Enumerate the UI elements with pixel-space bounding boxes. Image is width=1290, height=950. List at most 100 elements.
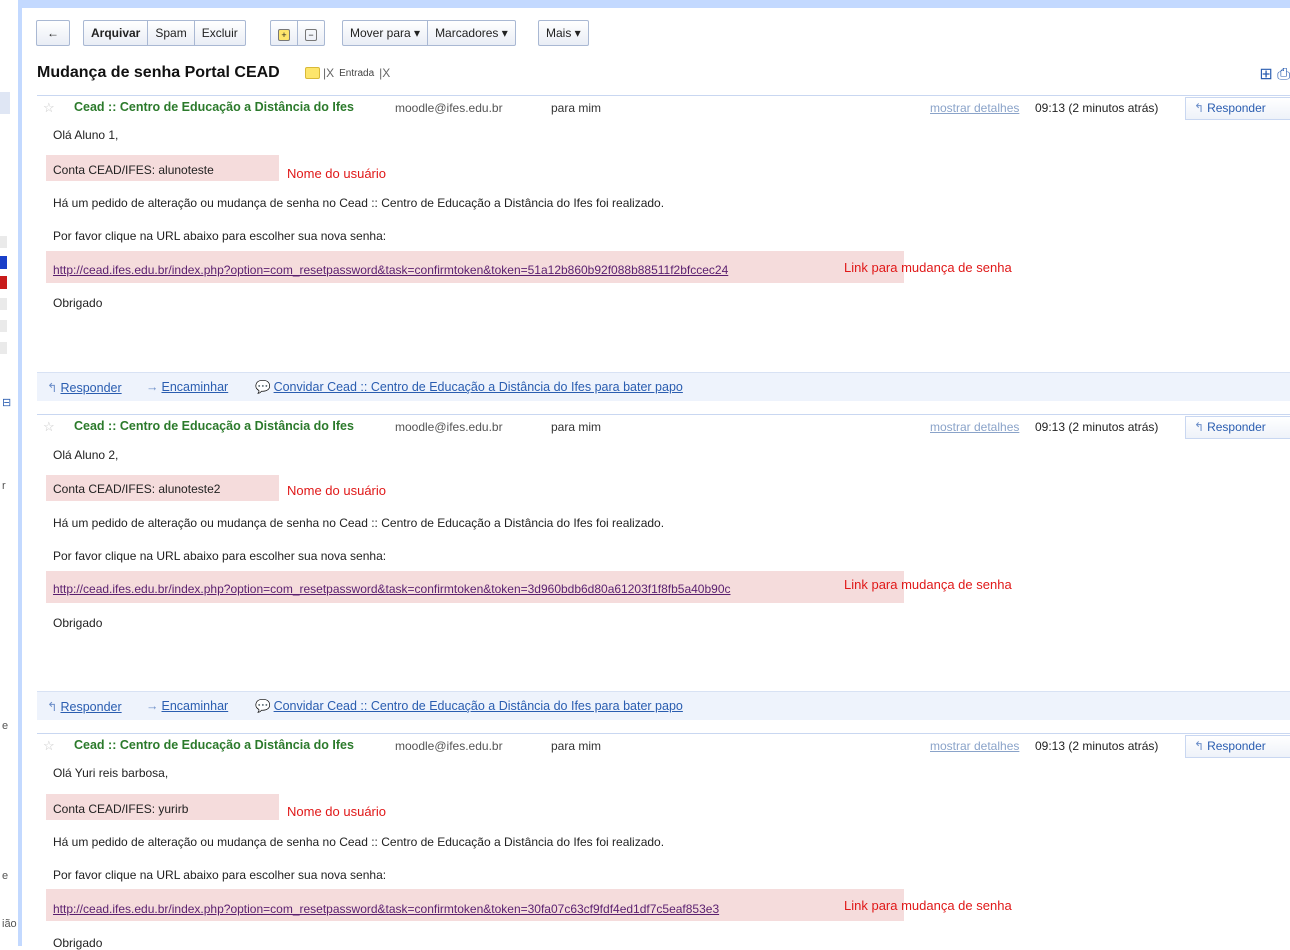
collapse-all-button[interactable]: − xyxy=(298,21,324,45)
reset-password-link[interactable]: http://cead.ifes.edu.br/index.php?option… xyxy=(53,582,731,596)
reply-label: Responder xyxy=(1207,739,1266,753)
back-button-group: ← xyxy=(36,20,70,46)
link-annotation: Link para mudança de senha xyxy=(844,260,1012,275)
nav-color-label-blue[interactable] xyxy=(0,256,7,269)
footer-forward-label: Encaminhar xyxy=(161,380,229,394)
move-to-dropdown[interactable]: Mover para ▾ xyxy=(343,21,429,45)
recipient: para mim xyxy=(551,101,602,115)
star-icon[interactable]: ☆ xyxy=(43,100,55,116)
message-header[interactable]: ☆ Cead :: Centro de Educação a Distância… xyxy=(37,96,1290,120)
greeting: Olá Aluno 2, xyxy=(53,448,119,462)
expand-all-button[interactable]: + xyxy=(271,21,298,45)
footer-reply-link[interactable]: ↰ Responder xyxy=(47,699,122,714)
thread-subject: Mudança de senha Portal CEAD xyxy=(37,64,280,81)
footer-reply-link[interactable]: ↰ Responder xyxy=(47,380,122,395)
inbox-chip[interactable]: Entrada xyxy=(337,68,376,79)
reply-button[interactable]: ↰ Responder xyxy=(1185,416,1290,439)
more-dropdown[interactable]: Mais ▾ xyxy=(539,21,588,45)
reply-icon: ↰ xyxy=(47,700,58,714)
nav-divider xyxy=(18,0,22,946)
back-arrow-icon[interactable]: ← xyxy=(37,21,69,45)
collapse-icon: − xyxy=(305,29,317,41)
nav-fragment: ião xyxy=(2,918,17,930)
sender-name: Cead :: Centro de Educação a Distância d… xyxy=(74,738,354,752)
message-card: ☆ Cead :: Centro de Educação a Distância… xyxy=(37,95,1290,402)
account-line: Conta CEAD/IFES: alunoteste xyxy=(53,163,214,177)
footer-forward-link[interactable]: → Encaminhar xyxy=(146,699,228,713)
spam-button[interactable]: Spam xyxy=(148,21,195,45)
message-footer: ↰ Responder → Encaminhar 💬 Convidar Cead ::… xyxy=(37,691,1290,720)
request-text: Há um pedido de alteração ou mudança de … xyxy=(53,196,665,210)
footer-forward-link[interactable]: → Encaminhar xyxy=(146,380,228,394)
reply-icon: ↰ xyxy=(1194,739,1205,753)
nav-scroll-icon[interactable]: ⊟ xyxy=(2,396,11,409)
show-details-link[interactable]: mostrar detalhes xyxy=(930,101,1019,115)
nav-fragment: e xyxy=(2,720,9,732)
expand-icon: + xyxy=(278,29,290,41)
username-annotation: Nome do usuário xyxy=(287,166,386,181)
message-header[interactable]: ☆ Cead :: Centro de Educação a Distância… xyxy=(37,734,1290,758)
sender-name: Cead :: Centro de Educação a Distância d… xyxy=(74,419,354,433)
message-card: ☆ Cead :: Centro de Educação a Distância… xyxy=(37,414,1290,721)
username-annotation: Nome do usuário xyxy=(287,483,386,498)
nav-item[interactable] xyxy=(0,236,7,248)
view-toggle-icons[interactable]: ⊞ ⎙ xyxy=(1259,64,1290,84)
closing: Obrigado xyxy=(53,936,103,950)
reply-label: Responder xyxy=(1207,101,1266,115)
toolbar: ← Arquivar Spam Excluir + − Mover para ▾… xyxy=(22,8,1290,58)
recipient: para mim xyxy=(551,420,602,434)
message-time: 09:13 (2 minutos atrás) xyxy=(1035,420,1159,434)
footer-chat-invite-link[interactable]: 💬 Convidar Cead :: Centro de Educação a D… xyxy=(255,380,683,395)
account-line: Conta CEAD/IFES: yurirb xyxy=(53,802,189,816)
message-time: 09:13 (2 minutos atrás) xyxy=(1035,101,1159,115)
nav-fragment: r xyxy=(2,480,6,492)
chat-bubble-icon: 💬 xyxy=(255,380,271,394)
top-band xyxy=(22,0,1290,8)
reply-button[interactable]: ↰ Responder xyxy=(1185,97,1290,120)
nav-tab[interactable] xyxy=(0,92,10,114)
greeting: Olá Yuri reis barbosa, xyxy=(53,766,169,780)
reset-password-link[interactable]: http://cead.ifes.edu.br/index.php?option… xyxy=(53,902,719,916)
expand-collapse-group: + − xyxy=(270,20,325,46)
instruction-text: Por favor clique na URL abaixo para esco… xyxy=(53,229,387,243)
chat-bubble-icon: 💬 xyxy=(255,699,271,713)
request-text: Há um pedido de alteração ou mudança de … xyxy=(53,516,665,530)
nav-item[interactable] xyxy=(0,298,7,310)
nav-color-label-red[interactable] xyxy=(0,276,7,289)
closing: Obrigado xyxy=(53,616,103,630)
forward-icon: → xyxy=(146,699,159,713)
footer-chat-label: Convidar Cead :: Centro de Educação a Di… xyxy=(273,380,683,394)
show-details-link[interactable]: mostrar detalhes xyxy=(930,739,1019,753)
sender-email: moodle@ifes.edu.br xyxy=(395,420,503,434)
link-annotation: Link para mudança de senha xyxy=(844,898,1012,913)
remove-label-button[interactable]: |X xyxy=(323,66,334,80)
label-tag-icon[interactable] xyxy=(305,67,320,79)
show-details-link[interactable]: mostrar detalhes xyxy=(930,420,1019,434)
remove-inbox-button[interactable]: |X xyxy=(379,66,390,80)
archive-button[interactable]: Arquivar xyxy=(84,21,149,45)
footer-reply-label: Responder xyxy=(60,381,122,395)
reset-password-link[interactable]: http://cead.ifes.edu.br/index.php?option… xyxy=(53,263,728,277)
footer-forward-label: Encaminhar xyxy=(161,699,229,713)
instruction-text: Por favor clique na URL abaixo para esco… xyxy=(53,549,387,563)
footer-chat-label: Convidar Cead :: Centro de Educação a Di… xyxy=(273,699,683,713)
instruction-text: Por favor clique na URL abaixo para esco… xyxy=(53,868,387,882)
message-footer: ↰ Responder → Encaminhar 💬 Convidar Cead ::… xyxy=(37,372,1290,401)
forward-icon: → xyxy=(146,380,159,394)
star-icon[interactable]: ☆ xyxy=(43,738,55,754)
message-header[interactable]: ☆ Cead :: Centro de Educação a Distância… xyxy=(37,415,1290,439)
footer-chat-invite-link[interactable]: 💬 Convidar Cead :: Centro de Educação a D… xyxy=(255,699,683,714)
more-group: Mais ▾ xyxy=(538,20,589,46)
action-button-group: Arquivar Spam Excluir xyxy=(83,20,246,46)
delete-button[interactable]: Excluir xyxy=(195,21,245,45)
recipient: para mim xyxy=(551,739,602,753)
star-icon[interactable]: ☆ xyxy=(43,419,55,435)
reply-icon: ↰ xyxy=(47,381,58,395)
labels-dropdown[interactable]: Marcadores ▾ xyxy=(428,21,515,45)
left-nav-strip: ⊟ r e e ião xyxy=(0,0,18,946)
nav-item[interactable] xyxy=(0,320,7,332)
username-annotation: Nome do usuário xyxy=(287,804,386,819)
reply-button[interactable]: ↰ Responder xyxy=(1185,735,1290,758)
nav-fragment: e xyxy=(2,870,9,882)
nav-item[interactable] xyxy=(0,342,7,354)
